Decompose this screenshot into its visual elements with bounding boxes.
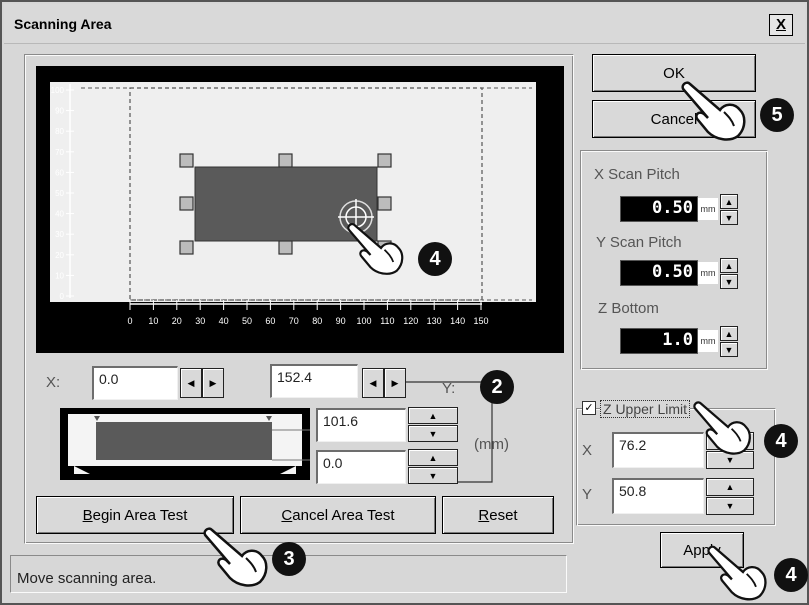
x-min-decrement[interactable]: ◀ — [180, 368, 202, 398]
y-tick-label: 90 — [55, 107, 64, 116]
z-bottom-down[interactable]: ▼ — [720, 342, 738, 357]
y-scan-pitch-label: Y Scan Pitch — [596, 234, 682, 251]
x-tick-label: 130 — [427, 316, 442, 326]
y-tick-label: 40 — [55, 210, 64, 219]
z-bottom-label: Z Bottom — [598, 300, 659, 317]
x-coord-label: X: — [46, 374, 61, 391]
z-upper-limit-label[interactable]: Z Upper Limit — [600, 400, 691, 418]
z-bottom-value[interactable]: 1.0 — [620, 328, 698, 354]
x-tick-label: 150 — [473, 316, 488, 326]
z-upper-y-up[interactable]: ▲ — [706, 478, 754, 496]
y-max-field[interactable]: 101.6 — [316, 408, 406, 442]
y-scan-pitch-unit: mm — [698, 262, 718, 284]
handle-top-right[interactable] — [377, 153, 392, 168]
y-tick-label: 10 — [55, 271, 64, 280]
y-tick-label: 0 — [60, 292, 65, 301]
x-max-decrement[interactable]: ◀ — [362, 368, 384, 398]
z-bottom-unit: mm — [698, 330, 718, 352]
y-tick-label: 20 — [55, 251, 64, 260]
close-button[interactable]: X — [769, 14, 793, 36]
handle-mid-right[interactable] — [377, 196, 392, 211]
handle-bottom-left[interactable] — [179, 240, 194, 255]
y-tick-label: 100 — [51, 86, 65, 95]
x-scan-pitch-label: X Scan Pitch — [594, 166, 680, 183]
callout-marker-2: 2 — [480, 370, 514, 404]
x-scan-pitch-down[interactable]: ▼ — [720, 210, 738, 225]
y-tick-label: 60 — [55, 168, 64, 177]
x-max-field[interactable]: 152.4 — [270, 364, 358, 398]
y-tick-label: 50 — [55, 189, 64, 198]
x-tick-label: 140 — [450, 316, 465, 326]
y-tick-label: 80 — [55, 127, 64, 136]
x-tick-label: 60 — [265, 316, 275, 326]
callout-marker-4-preview: 4 — [418, 242, 452, 276]
x-tick-label: 20 — [172, 316, 182, 326]
handle-bottom-mid[interactable] — [278, 240, 293, 255]
z-upper-x-label: X — [582, 442, 593, 459]
x-min-increment[interactable]: ▶ — [202, 368, 224, 398]
y-scan-pitch-value[interactable]: 0.50 — [620, 260, 698, 286]
handle-top-left[interactable] — [179, 153, 194, 168]
handle-mid-left[interactable] — [179, 196, 194, 211]
y-tick-label: 70 — [55, 148, 64, 157]
x-tick-label: 50 — [242, 316, 252, 326]
z-upper-y-field[interactable]: 50.8 — [612, 478, 704, 514]
y-scan-pitch-down[interactable]: ▼ — [720, 274, 738, 289]
window-title: Scanning Area — [14, 16, 112, 32]
hand-pointer-icon — [681, 81, 746, 141]
x-scan-pitch-unit: mm — [698, 198, 718, 220]
x-tick-label: 40 — [219, 316, 229, 326]
x-scan-pitch-up[interactable]: ▲ — [720, 194, 738, 209]
scan-preview[interactable]: 1009080706050403020100 0 10 20 30 40 50 60 70 80… — [36, 66, 564, 353]
z-upper-y-label: Y — [582, 486, 593, 503]
title-bar: Scanning Area X — [4, 4, 805, 44]
x-scan-pitch-value[interactable]: 0.50 — [620, 196, 698, 222]
y-min-field[interactable]: 0.0 — [316, 450, 406, 484]
callout-marker-5: 5 — [760, 98, 794, 132]
reset-button[interactable]: Reset — [442, 496, 554, 534]
hand-pointer-icon — [693, 401, 751, 455]
x-tick-label: 120 — [403, 316, 418, 326]
callout-marker-4-zupper: 4 — [764, 424, 798, 458]
x-tick-label: 110 — [380, 316, 394, 326]
z-upper-checkbox[interactable]: ✓ — [582, 401, 596, 415]
x-tick-label: 80 — [312, 316, 322, 326]
hand-pointer-icon — [203, 527, 268, 587]
x-tick-label: 10 — [148, 316, 158, 326]
y-range-preview — [60, 408, 310, 480]
x-tick-label: 70 — [289, 316, 299, 326]
x-tick-label: 0 — [127, 316, 132, 326]
z-upper-x-field[interactable]: 76.2 — [612, 432, 704, 468]
y-tick-label: 30 — [55, 230, 64, 239]
handle-top-mid[interactable] — [278, 153, 293, 168]
x-min-field[interactable]: 0.0 — [92, 366, 178, 400]
x-tick-label: 30 — [195, 316, 205, 326]
x-tick-label: 90 — [336, 316, 346, 326]
scanning-area-dialog: Scanning Area X 100 90 80 70 60 50 40 30 20 10 0 0… — [0, 0, 809, 605]
x-tick-label: 100 — [356, 316, 371, 326]
y-scan-pitch-up[interactable]: ▲ — [720, 258, 738, 273]
z-bottom-up[interactable]: ▲ — [720, 326, 738, 341]
hand-pointer-icon — [347, 223, 404, 275]
hand-pointer-icon — [707, 545, 767, 601]
z-upper-y-down[interactable]: ▼ — [706, 497, 754, 515]
